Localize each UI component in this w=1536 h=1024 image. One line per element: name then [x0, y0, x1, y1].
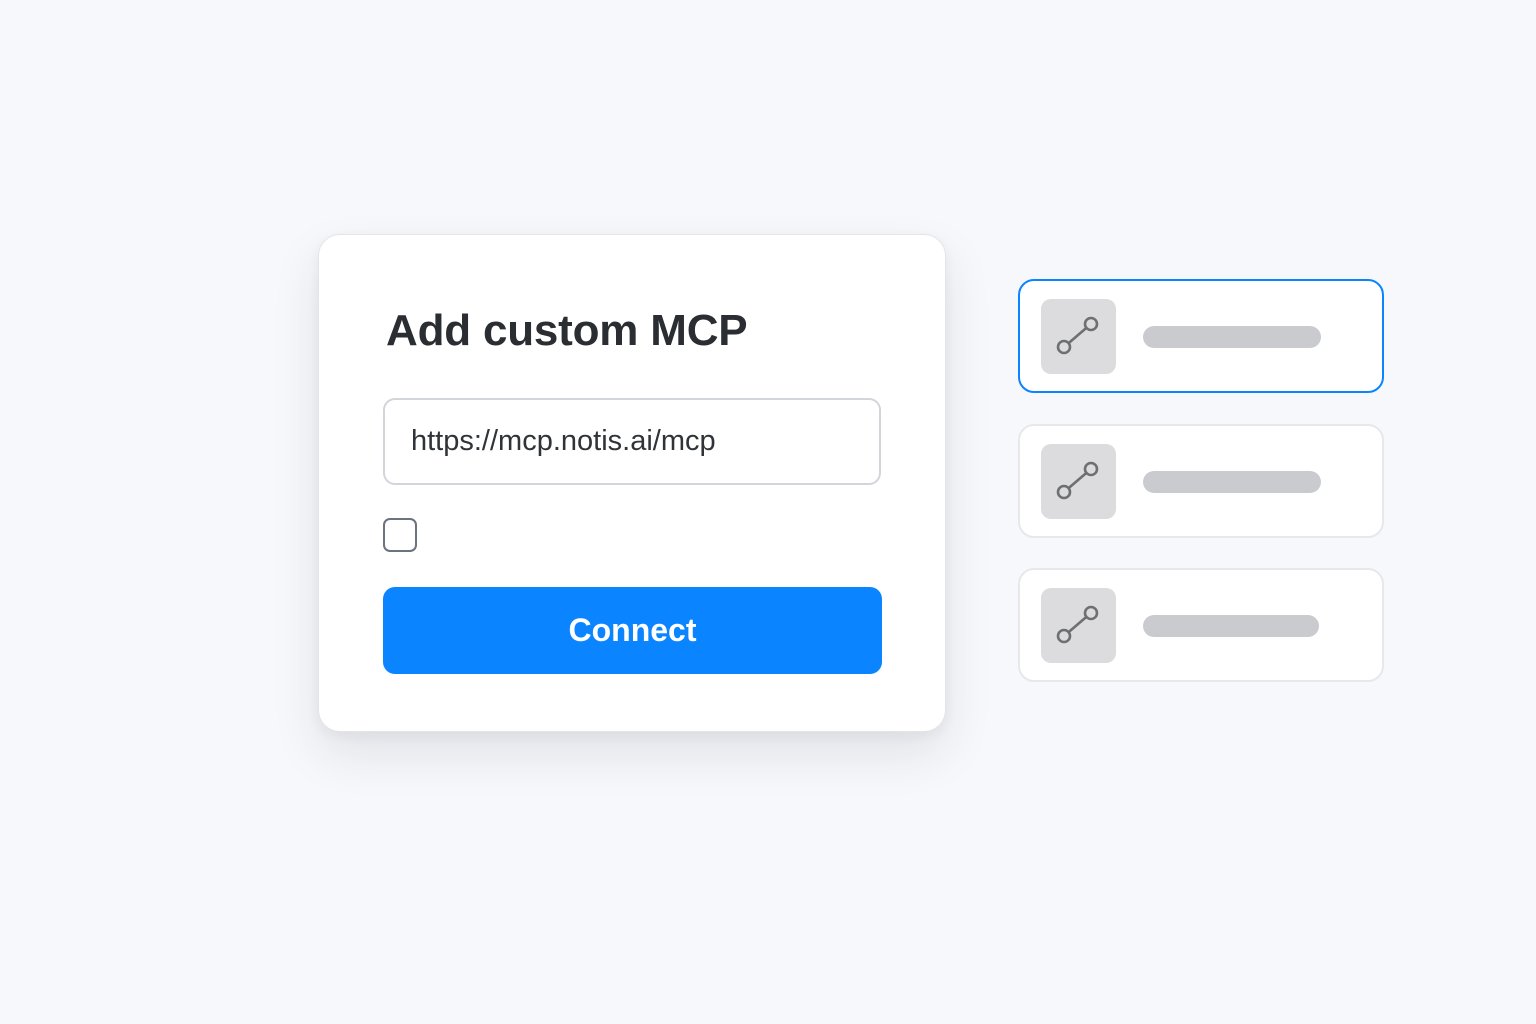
server-name-placeholder [1143, 615, 1319, 637]
server-name-placeholder [1142, 325, 1321, 348]
server-list-item[interactable] [1018, 279, 1384, 393]
server-list-item[interactable] [1018, 568, 1384, 682]
server-list-item[interactable] [1018, 424, 1384, 538]
option-checkbox[interactable] [383, 518, 417, 552]
connection-icon-graphic [1056, 316, 1098, 354]
connection-icon [1041, 588, 1116, 663]
add-custom-mcp-dialog: Add custom MCP Connect [318, 234, 946, 732]
server-name-placeholder [1143, 471, 1321, 493]
connection-icon [1041, 444, 1116, 519]
connection-icon [1040, 298, 1116, 374]
mcp-url-input[interactable] [383, 398, 881, 485]
connection-icon-graphic [1056, 605, 1099, 644]
connection-icon-graphic [1056, 461, 1099, 500]
dialog-title: Add custom MCP [386, 306, 748, 355]
connect-button[interactable]: Connect [383, 587, 882, 674]
